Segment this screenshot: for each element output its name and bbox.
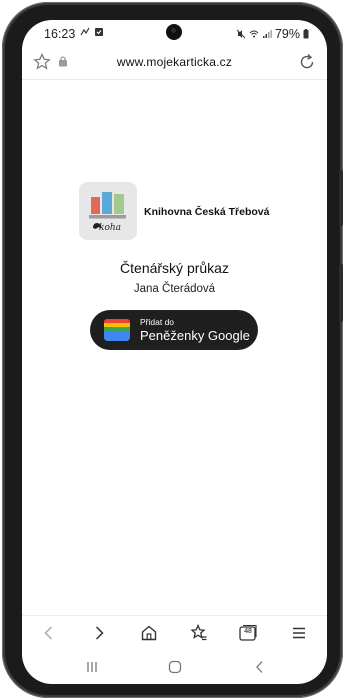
front-camera bbox=[166, 24, 182, 40]
checkbox-notification-icon bbox=[95, 28, 103, 36]
home-button-icon[interactable] bbox=[165, 658, 185, 676]
wifi-icon bbox=[249, 30, 259, 38]
library-name: Knihovna Česká Třebová bbox=[144, 206, 270, 218]
signal-icon bbox=[262, 30, 272, 38]
address-bar[interactable]: www.mojekarticka.cz bbox=[22, 46, 327, 80]
phone-frame: 16:23 79% www.mojekarticka.cz koha Kniho… bbox=[2, 2, 343, 698]
screen: 16:23 79% www.mojekarticka.cz koha Kniho… bbox=[22, 20, 327, 684]
system-navigation-bar bbox=[22, 650, 327, 684]
recent-apps-icon[interactable] bbox=[82, 658, 102, 676]
logo-text: koha bbox=[99, 223, 121, 233]
add-to-google-wallet-button[interactable]: Přidat do Peněženky Google bbox=[90, 310, 258, 350]
koha-logo-icon: koha bbox=[89, 192, 126, 233]
battery-icon bbox=[303, 29, 309, 39]
menu-icon[interactable] bbox=[288, 622, 310, 644]
reload-icon[interactable] bbox=[297, 52, 317, 72]
status-left-icons bbox=[80, 27, 104, 37]
wallet-button-line2: Peněženky Google bbox=[140, 328, 250, 343]
status-bar: 16:23 79% bbox=[22, 20, 327, 46]
wallet-button-line1: Přidat do bbox=[140, 317, 175, 327]
google-wallet-icon bbox=[104, 319, 130, 341]
tabs-count: 48 bbox=[244, 628, 252, 635]
home-icon[interactable] bbox=[138, 622, 160, 644]
power-button bbox=[339, 264, 343, 322]
mute-icon bbox=[236, 29, 246, 39]
card-holder-name: Jana Čterádová bbox=[133, 283, 216, 295]
battery-percent: 79% bbox=[274, 27, 300, 41]
library-logo: koha bbox=[79, 182, 137, 240]
back-icon[interactable] bbox=[38, 622, 60, 644]
missed-call-icon bbox=[80, 27, 90, 36]
card-title: Čtenářský průkaz bbox=[120, 260, 229, 276]
tabs-button[interactable]: 48 bbox=[237, 622, 259, 644]
browser-toolbar: 48 bbox=[22, 615, 327, 649]
forward-icon[interactable] bbox=[88, 622, 110, 644]
bookmarks-icon[interactable] bbox=[188, 622, 210, 644]
url-text[interactable]: www.mojekarticka.cz bbox=[22, 55, 327, 69]
status-time: 16:23 bbox=[44, 27, 76, 41]
volume-button bbox=[339, 170, 343, 226]
status-right-icons: 79% bbox=[236, 27, 309, 41]
system-back-icon[interactable] bbox=[250, 658, 270, 676]
